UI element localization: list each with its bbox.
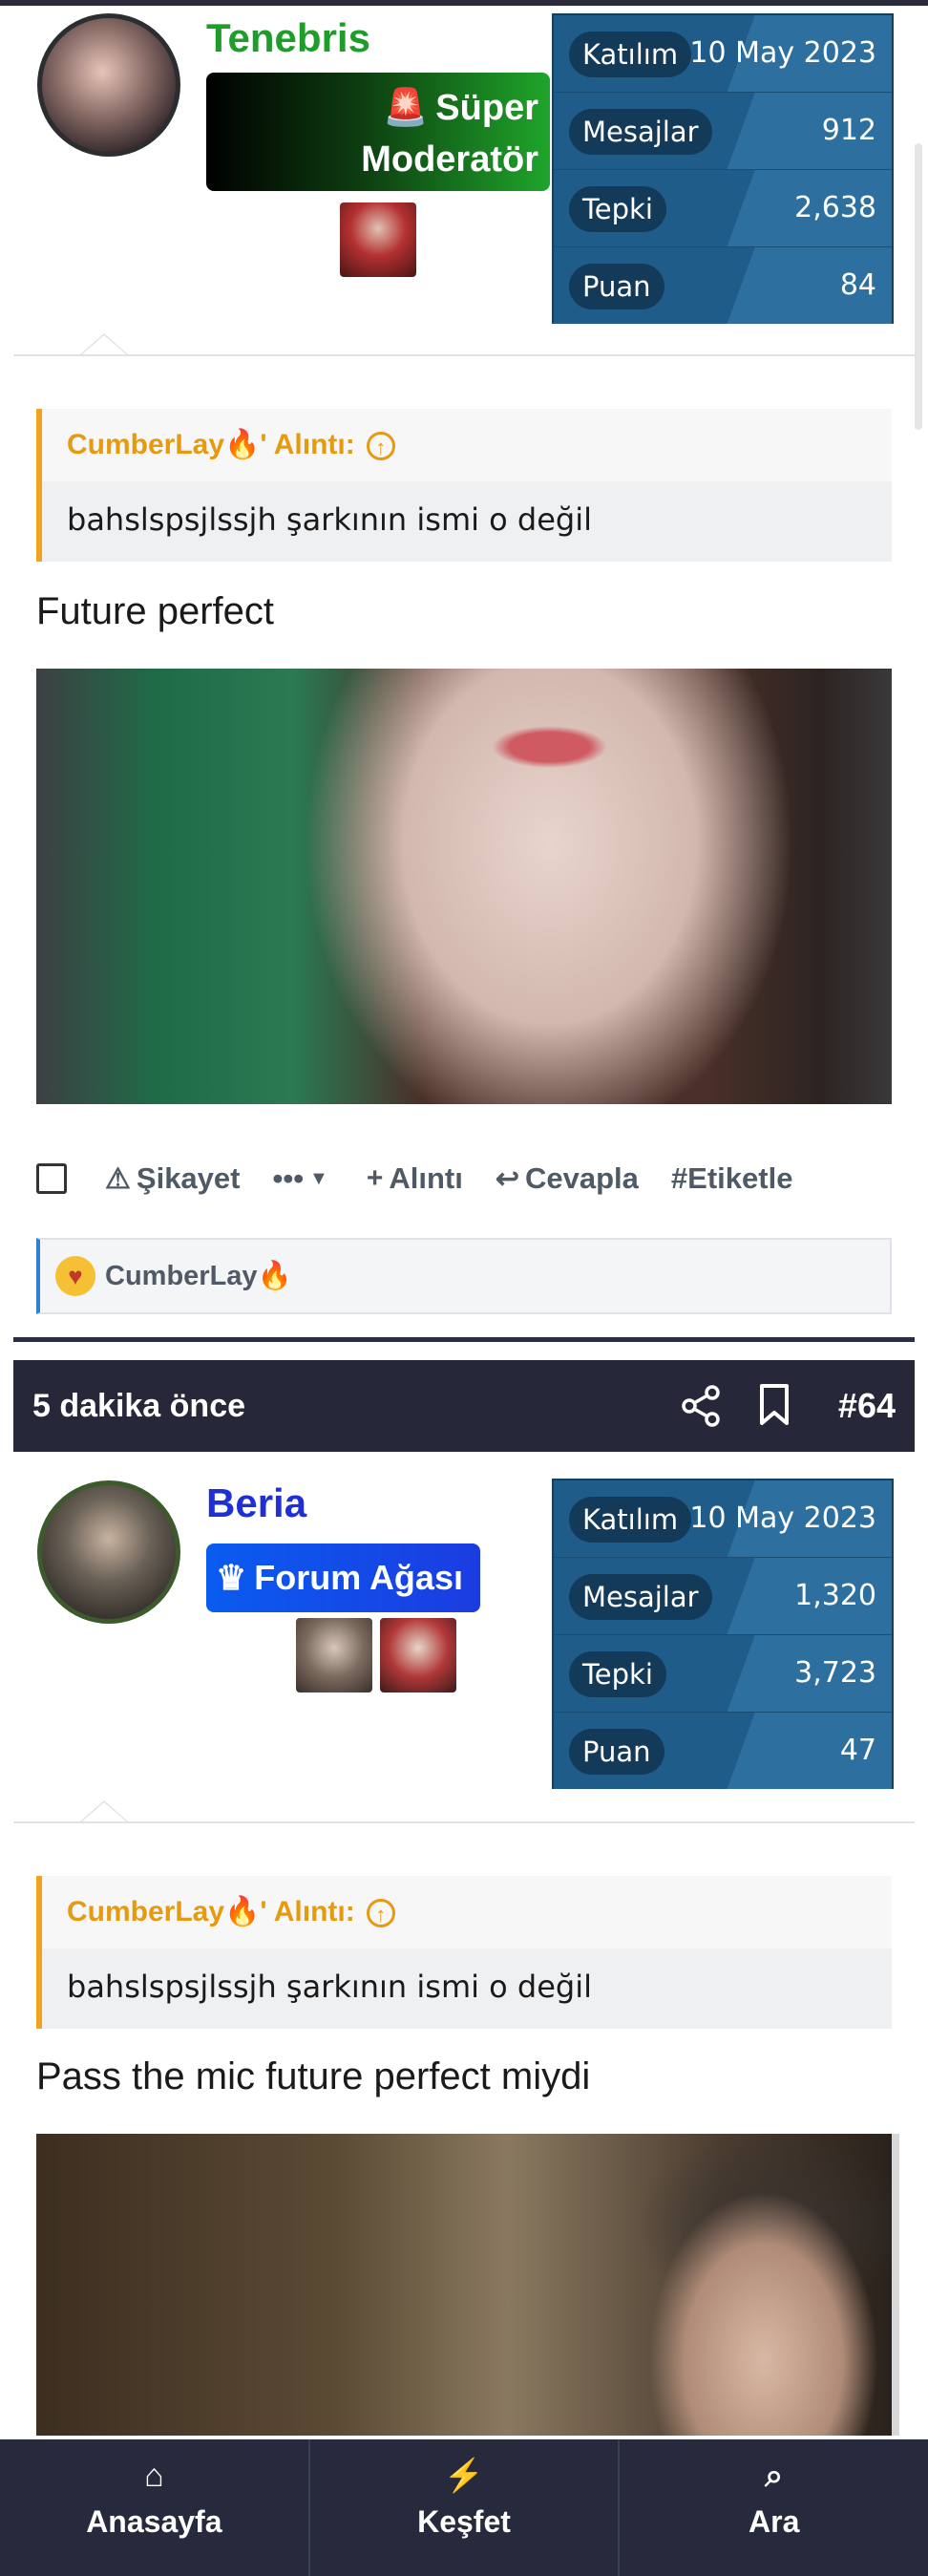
stat-value: 47: [839, 1734, 876, 1767]
bolt-icon: ⚡: [443, 2458, 485, 2494]
quote-label: Alıntı: [389, 1161, 463, 1195]
stat-value: 912: [821, 114, 876, 147]
arrow-up-icon[interactable]: ↑: [366, 1899, 395, 1928]
post-text: Pass the mic future perfect miydi: [36, 2055, 591, 2097]
post-image[interactable]: [36, 669, 892, 1104]
stat-row: Puan 47: [554, 1713, 892, 1789]
quote-text: bahslspsjlssjh şarkının ismi o değil: [42, 1948, 892, 2029]
warning-icon: ⚠: [105, 1162, 131, 1195]
arrow-up-icon[interactable]: ↑: [366, 432, 395, 461]
nav-label: Ara: [749, 2504, 800, 2539]
bottom-nav: ⌂ Anasayfa ⚡ Keşfet ⌕ Ara: [0, 2439, 928, 2576]
quote-author[interactable]: CumberLay🔥' Alıntı:: [67, 1896, 355, 1927]
stat-value: 1,320: [794, 1579, 876, 1612]
scrollbar-thumb[interactable]: [915, 143, 922, 430]
quote-text: bahslspsjlssjh şarkının ismi o değil: [42, 481, 892, 562]
stat-value: 10 May 2023: [689, 36, 876, 70]
pointer-caret: [80, 333, 128, 354]
stat-row: Tepki 3,723: [554, 1635, 892, 1713]
reply-icon: ↩: [495, 1162, 520, 1195]
stat-row: Mesajlar 912: [554, 93, 892, 170]
report-button[interactable]: ⚠ Şikayet: [105, 1161, 240, 1196]
avatar[interactable]: [37, 1480, 180, 1624]
stat-label: Katılım: [569, 1497, 692, 1543]
post-image[interactable]: [36, 2134, 899, 2436]
stat-row: Tepki 2,638: [554, 170, 892, 247]
quote-author[interactable]: CumberLay🔥' Alıntı:: [67, 429, 355, 460]
tag-button[interactable]: #Etiketle: [671, 1161, 793, 1196]
badge-image[interactable]: [340, 202, 416, 277]
nav-explore[interactable]: ⚡ Keşfet: [310, 2439, 621, 2576]
badge-image[interactable]: [380, 1618, 456, 1692]
reactions-bar[interactable]: ♥ CumberLay🔥: [36, 1238, 892, 1314]
share-icon[interactable]: [680, 1385, 722, 1427]
more-button[interactable]: ••• ▼: [272, 1161, 333, 1196]
stat-value: 2,638: [794, 191, 876, 224]
more-label: •••: [272, 1161, 305, 1195]
user-stats: Katılım 10 May 2023 Mesajlar 1,320 Tepki 3,…: [552, 1479, 894, 1789]
divider: [13, 354, 915, 356]
post-tenebris: Tenebris 🚨 Süper Moderatör Katılım 10 May …: [13, 6, 915, 1341]
stat-row: Mesajlar 1,320: [554, 1558, 892, 1635]
stat-label: Puan: [569, 1729, 664, 1775]
siren-icon: 🚨: [382, 88, 429, 128]
report-label: Şikayet: [136, 1161, 241, 1195]
post-actions: ⚠ Şikayet ••• ▼ + Alıntı ↩ Cevapla #Etiketle: [36, 1144, 892, 1213]
reply-button[interactable]: ↩ Cevapla: [496, 1161, 639, 1196]
nav-home[interactable]: ⌂ Anasayfa: [0, 2439, 310, 2576]
stat-value: 3,723: [794, 1656, 876, 1690]
username[interactable]: Tenebris: [206, 15, 370, 61]
stat-row: Katılım 10 May 2023: [554, 15, 892, 93]
plus-icon: +: [366, 1162, 384, 1194]
heart-eyes-icon: ♥: [55, 1256, 95, 1296]
stat-label: Katılım: [569, 32, 692, 77]
post-number[interactable]: #64: [838, 1360, 896, 1452]
post-text: Future perfect: [36, 590, 275, 632]
nav-label: Keşfet: [417, 2504, 511, 2539]
divider: [13, 1821, 915, 1823]
caret-down-icon: ▼: [309, 1167, 328, 1189]
role-label: Forum Ağası: [254, 1558, 463, 1597]
crown-icon: ♛: [216, 1558, 247, 1597]
search-icon: ⌕: [765, 2458, 784, 2494]
user-badges: [340, 202, 416, 277]
avatar[interactable]: [37, 13, 180, 157]
stat-label: Mesajlar: [569, 1574, 712, 1620]
stat-label: Tepki: [569, 1651, 666, 1697]
quote-header[interactable]: CumberLay🔥' Alıntı: ↑: [42, 1876, 892, 1948]
post-separator: [13, 1337, 915, 1342]
stat-value: 84: [839, 268, 876, 302]
post-time[interactable]: 5 dakika önce: [32, 1360, 245, 1452]
username[interactable]: Beria: [206, 1480, 306, 1526]
post-header: 5 dakika önce #64: [13, 1360, 915, 1452]
stat-label: Mesajlar: [569, 109, 712, 155]
pointer-caret: [80, 1800, 128, 1821]
stat-label: Tepki: [569, 186, 666, 232]
post-beria: Beria ♛ Forum Ağası Katılım 10 May 2023 Me…: [13, 1452, 915, 2436]
badge-image[interactable]: [296, 1618, 372, 1692]
quote-block: CumberLay🔥' Alıntı: ↑ bahslspsjlssjh şark…: [36, 409, 892, 562]
reply-label: Cevapla: [525, 1161, 639, 1195]
role-banner: 🚨 Süper Moderatör: [206, 73, 550, 191]
quote-block: CumberLay🔥' Alıntı: ↑ bahslspsjlssjh şark…: [36, 1876, 892, 2029]
user-badges: [296, 1618, 456, 1692]
stat-row: Puan 84: [554, 247, 892, 324]
quote-header[interactable]: CumberLay🔥' Alıntı: ↑: [42, 409, 892, 481]
role-banner: ♛ Forum Ağası: [206, 1543, 480, 1612]
user-stats: Katılım 10 May 2023 Mesajlar 912 Tepki 2,63…: [552, 13, 894, 324]
stat-value: 10 May 2023: [689, 1501, 876, 1535]
stat-label: Puan: [569, 264, 664, 309]
stat-row: Katılım 10 May 2023: [554, 1480, 892, 1558]
home-icon: ⌂: [144, 2458, 164, 2494]
reaction-user[interactable]: CumberLay🔥: [105, 1260, 292, 1292]
select-checkbox[interactable]: [36, 1163, 67, 1194]
quote-button[interactable]: + Alıntı: [367, 1161, 463, 1196]
tag-label: #Etiketle: [670, 1161, 793, 1195]
nav-label: Anasayfa: [86, 2504, 222, 2539]
bookmark-icon[interactable]: [758, 1383, 791, 1427]
nav-search[interactable]: ⌕ Ara: [620, 2439, 928, 2576]
